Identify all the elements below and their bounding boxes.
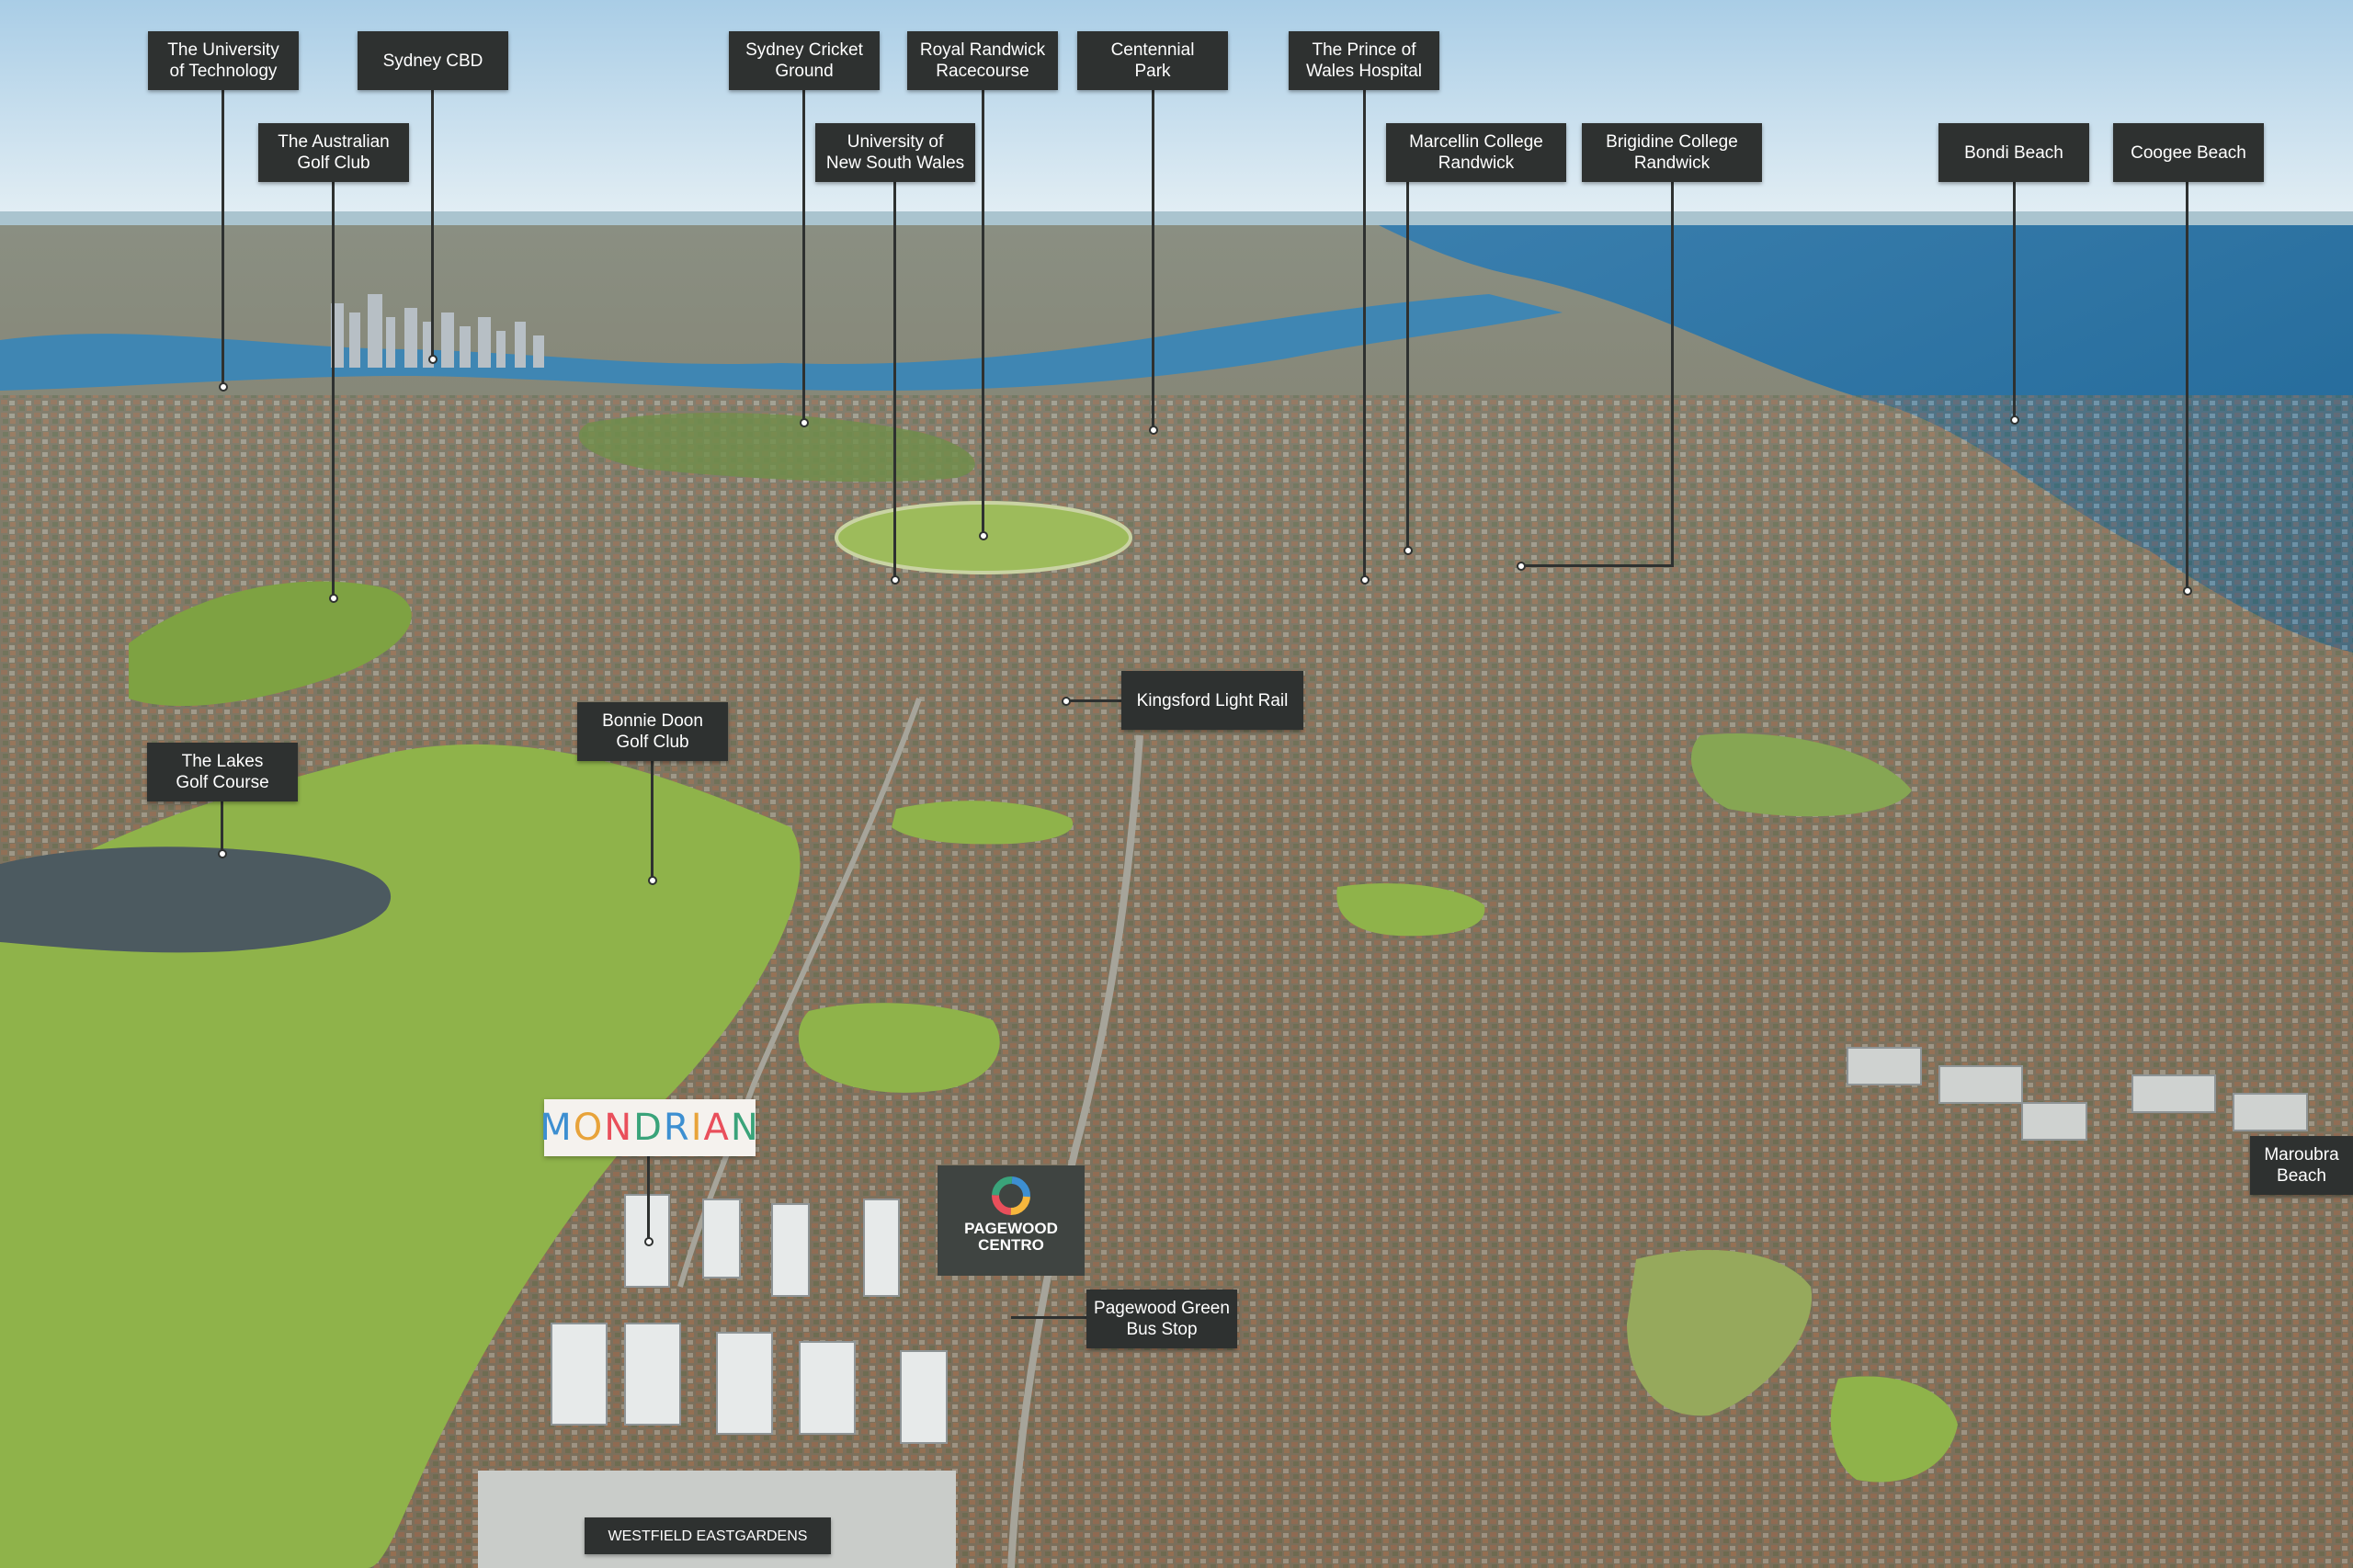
label-kingsford: Kingsford Light Rail — [1121, 671, 1303, 730]
leader-line-scg — [802, 89, 805, 422]
leader-line-unsw — [893, 181, 896, 578]
marker-marcellin — [1404, 546, 1413, 555]
marker-coogee — [2183, 586, 2192, 596]
leader-line-centennial-park — [1152, 89, 1154, 429]
pagewood-centro-building: PAGEWOOD CENTRO — [938, 1165, 1085, 1276]
marker-scg — [800, 418, 809, 427]
leader-line-bonnie-doon — [651, 760, 654, 880]
leader-line-uts — [222, 89, 224, 385]
leader-line-sydney-cbd — [431, 89, 434, 358]
marker-sydney-cbd — [428, 355, 438, 364]
centro-line-2: CENTRO — [978, 1236, 1044, 1254]
leader-line-royal-randwick — [982, 89, 984, 534]
marker-brigidine — [1517, 562, 1526, 571]
label-westfield: WESTFIELD EASTGARDENS — [585, 1517, 831, 1554]
marker-prince-of-wales — [1360, 575, 1370, 585]
logo-letter: R — [663, 1107, 691, 1149]
label-australian-golf-club: The Australian Golf Club — [258, 123, 409, 182]
label-coogee: Coogee Beach — [2113, 123, 2264, 182]
marker-lakes-golf — [218, 849, 227, 858]
leader-line-bondi — [2013, 181, 2016, 418]
leader-line-kingsford — [1066, 699, 1123, 702]
mondrian-logo: MONDRIAN — [540, 1099, 758, 1156]
label-scg: Sydney Cricket Ground — [729, 31, 880, 90]
leader-line-marcellin — [1406, 181, 1409, 549]
marker-bondi — [2010, 415, 2019, 425]
leader-line-lakes-golf — [221, 801, 223, 852]
centro-line-1: PAGEWOOD — [964, 1220, 1058, 1237]
marker-royal-randwick — [979, 531, 988, 540]
label-maroubra: Maroubra Beach — [2250, 1136, 2353, 1195]
leader-line-brigidine-vertical — [1671, 181, 1674, 567]
marker-centennial-park — [1149, 426, 1158, 435]
logo-letter: D — [633, 1107, 664, 1149]
logo-letter: N — [604, 1107, 634, 1149]
marker-uts — [219, 382, 228, 392]
marker-bonnie-doon — [648, 876, 657, 885]
label-uts: The University of Technology — [148, 31, 299, 90]
leader-line-australian-golf-club — [332, 181, 335, 597]
marker-mondrian — [644, 1237, 654, 1246]
label-brigidine: Brigidine College Randwick — [1582, 123, 1762, 182]
label-lakes-golf: The Lakes Golf Course — [147, 743, 298, 801]
marker-kingsford — [1062, 697, 1071, 706]
leader-line-pagewood-bus — [1011, 1316, 1088, 1319]
label-bonnie-doon: Bonnie Doon Golf Club — [577, 702, 728, 761]
label-bondi: Bondi Beach — [1938, 123, 2089, 182]
logo-letter: N — [730, 1107, 760, 1149]
logo-letter: I — [690, 1107, 704, 1149]
leader-line-brigidine-horizontal — [1521, 564, 1674, 567]
logo-letter: A — [703, 1107, 731, 1149]
label-marcellin: Marcellin College Randwick — [1386, 123, 1566, 182]
label-unsw: University of New South Wales — [815, 123, 975, 182]
label-sydney-cbd: Sydney CBD — [358, 31, 508, 90]
label-royal-randwick: Royal Randwick Racecourse — [907, 31, 1058, 90]
leader-line-prince-of-wales — [1363, 89, 1366, 578]
label-pagewood-bus: Pagewood Green Bus Stop — [1086, 1290, 1237, 1348]
logo-letter: M — [540, 1107, 574, 1149]
label-prince-of-wales: The Prince of Wales Hospital — [1289, 31, 1439, 90]
logo-letter: O — [573, 1107, 605, 1149]
leader-line-coogee — [2186, 181, 2188, 590]
marker-australian-golf-club — [329, 594, 338, 603]
label-centennial-park: Centennial Park — [1077, 31, 1228, 90]
leader-line-mondrian — [647, 1156, 650, 1241]
marker-unsw — [891, 575, 900, 585]
centro-ring-icon — [992, 1176, 1030, 1215]
